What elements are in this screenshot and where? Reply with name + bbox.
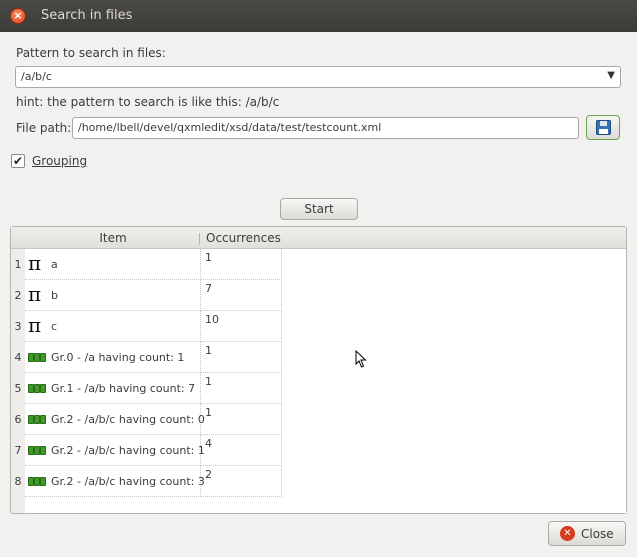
table-row-item-cell[interactable]: Gr.2 - /a/b/c having count: 0: [25, 404, 205, 435]
row-number[interactable]: 7: [11, 444, 25, 457]
table-row-item-cell[interactable]: πa: [25, 249, 201, 280]
item-label: Gr.2 - /a/b/c having count: 0: [51, 413, 205, 426]
row-number[interactable]: 4: [11, 351, 25, 364]
pattern-label: Pattern to search in files:: [16, 46, 166, 60]
table-row-item-cell[interactable]: Gr.1 - /a/b having count: 7: [25, 373, 201, 404]
row-number[interactable]: 8: [11, 475, 25, 488]
item-label: Gr.2 - /a/b/c having count: 3: [51, 475, 205, 488]
table-row-occurrences-cell[interactable]: 1: [201, 404, 282, 435]
floppy-disk-icon: [596, 120, 611, 135]
occurrences-value: 1: [205, 251, 212, 264]
grouping-label[interactable]: Grouping: [32, 154, 87, 168]
table-row-item-cell[interactable]: Gr.2 - /a/b/c having count: 1: [25, 435, 205, 466]
grouping-label-text: Grouping: [32, 154, 88, 168]
group-icon: [28, 446, 46, 456]
occurrences-value: 10: [205, 313, 219, 326]
pi-icon: π: [28, 313, 42, 337]
chevron-down-icon[interactable]: ▼: [607, 70, 615, 81]
table-row-item-cell[interactable]: πb: [25, 280, 201, 311]
file-path-label: File path:: [16, 121, 72, 135]
item-label: Gr.0 - /a having count: 1: [51, 351, 185, 364]
item-label: a: [51, 258, 58, 271]
file-path-field[interactable]: /home/lbell/devel/qxmledit/xsd/data/test…: [72, 117, 579, 139]
table-row-occurrences-cell[interactable]: 1: [201, 342, 282, 373]
column-header-occurrences[interactable]: Occurrences: [206, 227, 281, 249]
group-icon: [28, 415, 46, 425]
pattern-value: /a/b/c: [21, 70, 52, 83]
table-row-item-cell[interactable]: Gr.0 - /a having count: 1: [25, 342, 201, 373]
row-number[interactable]: 1: [11, 258, 25, 271]
group-icon: [28, 477, 46, 487]
occurrences-value: 1: [205, 344, 212, 357]
table-row-occurrences-cell[interactable]: 1: [201, 373, 282, 404]
pi-icon: π: [28, 251, 42, 275]
occurrences-value: 2: [205, 468, 212, 481]
file-path-value: /home/lbell/devel/qxmledit/xsd/data/test…: [78, 121, 382, 134]
hint-text: hint: the pattern to search is like this…: [16, 95, 280, 109]
table-row-occurrences-cell[interactable]: 1: [201, 249, 282, 280]
table-row-item-cell[interactable]: πc: [25, 311, 201, 342]
close-button-label: Close: [581, 527, 614, 541]
item-label: c: [51, 320, 58, 333]
group-icon: [28, 384, 46, 394]
row-number[interactable]: 3: [11, 320, 25, 333]
group-icon: [28, 353, 46, 363]
grouping-checkbox[interactable]: ✔: [11, 154, 25, 168]
mouse-pointer-icon: [355, 350, 367, 368]
table-row-item-cell[interactable]: Gr.2 - /a/b/c having count: 3: [25, 466, 205, 497]
column-header-item[interactable]: Item: [25, 227, 201, 249]
start-button[interactable]: Start: [280, 198, 358, 220]
table-row-occurrences-cell[interactable]: 10: [201, 311, 282, 342]
pattern-combobox[interactable]: /a/b/c ▼: [15, 66, 621, 88]
table-row-occurrences-cell[interactable]: 7: [201, 280, 282, 311]
window-close-icon[interactable]: ×: [10, 8, 26, 24]
pi-icon: π: [28, 282, 42, 306]
results-panel: Item Occurrences π a 1 π b 7 π c 10 Gr.0 - /a hav…: [10, 226, 627, 514]
start-button-label: Start: [304, 202, 334, 216]
close-circle-icon: ✕: [560, 526, 575, 541]
occurrences-value: 4: [205, 437, 212, 450]
item-label: Gr.2 - /a/b/c having count: 1: [51, 444, 205, 457]
occurrences-value: 1: [205, 375, 212, 388]
row-number[interactable]: 6: [11, 413, 25, 426]
row-number[interactable]: 2: [11, 289, 25, 302]
results-table[interactable]: π a 1 π b 7 π c 10 Gr.0 - /a having count: 1 1 Gr.1…: [25, 249, 626, 513]
occurrences-value: 1: [205, 406, 212, 419]
close-button[interactable]: ✕ Close: [548, 521, 626, 546]
browse-file-button[interactable]: [586, 115, 620, 140]
column-separator[interactable]: [199, 233, 200, 245]
table-row-occurrences-cell[interactable]: 2: [201, 466, 282, 497]
window-title: Search in files: [41, 8, 133, 23]
table-row-occurrences-cell[interactable]: 4: [201, 435, 282, 466]
occurrences-value: 7: [205, 282, 212, 295]
row-number[interactable]: 5: [11, 382, 25, 395]
title-bar: × Search in files: [0, 0, 637, 32]
table-header: Item Occurrences: [11, 227, 626, 249]
item-label: Gr.1 - /a/b having count: 7: [51, 382, 196, 395]
item-label: b: [51, 289, 58, 302]
